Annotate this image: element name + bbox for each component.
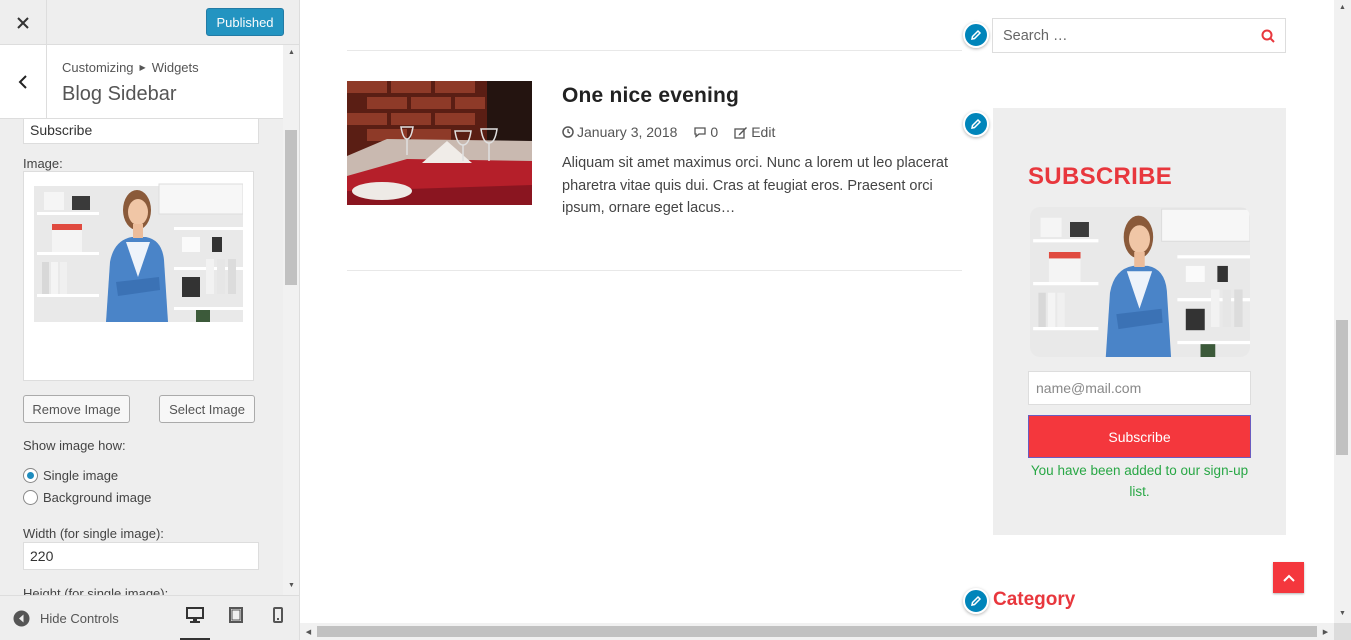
breadcrumb-separator-icon: ▶ — [139, 63, 146, 72]
radio-checked-icon[interactable] — [23, 468, 38, 483]
desktop-icon — [186, 607, 204, 623]
width-label: Width (for single image): — [23, 526, 164, 541]
preview-vertical-scrollbar[interactable]: ▲ ▼ — [1334, 0, 1351, 623]
edit-category-widget-button[interactable] — [963, 588, 989, 614]
site-preview: One nice evening January 3, 2018 0 Edit … — [300, 0, 1334, 623]
edit-search-widget-button[interactable] — [963, 22, 989, 48]
preview-mobile-button[interactable] — [263, 606, 293, 640]
office-woman-image — [1030, 207, 1250, 357]
scroll-right-arrow-icon[interactable]: ▶ — [1317, 625, 1334, 639]
customizer-footer: Hide Controls — [0, 595, 299, 640]
post-date[interactable]: January 3, 2018 — [562, 124, 677, 140]
remove-image-button[interactable]: Remove Image — [23, 395, 130, 423]
close-icon — [17, 16, 29, 29]
radio-background-image-label: Background image — [43, 490, 152, 505]
preview-vertical-scrollbar-thumb[interactable] — [1336, 320, 1348, 455]
post-thumbnail[interactable] — [347, 81, 532, 205]
height-label: Height (for single image): — [23, 586, 169, 595]
post-date-text: January 3, 2018 — [577, 124, 678, 140]
pencil-icon — [971, 118, 982, 129]
radio-single-image-label: Single image — [43, 468, 119, 483]
chevron-left-icon — [18, 75, 27, 89]
close-customizer-button[interactable] — [0, 0, 47, 45]
collapse-arrow-icon — [13, 610, 30, 627]
panel-scrollbar[interactable]: ▲ ▼ — [283, 45, 299, 595]
show-image-how-label: Show image how: — [23, 438, 126, 453]
post-title[interactable]: One nice evening — [562, 84, 739, 108]
breadcrumb-parent: Customizing — [62, 60, 134, 75]
subscribe-title: SUBSCRIBE — [1028, 163, 1173, 190]
post-excerpt: Aliquam sit amet maximus orci. Nunc a lo… — [562, 155, 949, 216]
scrollbar-corner — [1334, 623, 1351, 640]
mobile-icon — [273, 607, 283, 623]
search-placeholder: Search … — [1003, 27, 1068, 44]
divider — [347, 50, 962, 51]
radio-single-image[interactable]: Single image — [23, 468, 118, 483]
search-input[interactable]: Search … — [992, 18, 1286, 53]
hide-controls-label: Hide Controls — [40, 611, 119, 626]
select-image-button[interactable]: Select Image — [159, 395, 255, 423]
section-title: Blog Sidebar — [62, 83, 177, 105]
preview-horizontal-scrollbar[interactable]: ◀ ▶ — [300, 623, 1334, 640]
post-edit-label: Edit — [751, 124, 776, 140]
edit-icon — [734, 126, 748, 139]
breadcrumb-child: Widgets — [151, 60, 199, 75]
subscribe-image — [1030, 207, 1250, 357]
preview-horizontal-scrollbar-thumb[interactable] — [317, 626, 1317, 637]
width-input[interactable]: 220 — [23, 542, 259, 570]
subscribe-email-input[interactable]: name@mail.com — [1028, 371, 1251, 405]
dinner-table-image — [347, 81, 532, 205]
widget-form: Subscribe Image: Remove Image Select Ima… — [0, 119, 283, 595]
scroll-up-arrow-icon[interactable]: ▲ — [1334, 0, 1351, 14]
preview-desktop-button[interactable] — [180, 606, 210, 640]
post-meta: January 3, 2018 0 Edit — [562, 124, 775, 140]
breadcrumb: Customizing ▶ Widgets — [62, 60, 199, 75]
scroll-down-arrow-icon[interactable]: ▼ — [1334, 606, 1351, 620]
widget-title-input[interactable]: Subscribe — [23, 119, 259, 144]
post-comments-count: 0 — [710, 124, 719, 140]
chevron-up-icon — [1282, 574, 1295, 582]
post-edit-link[interactable]: Edit — [734, 124, 775, 140]
tablet-icon — [229, 607, 243, 623]
pencil-icon — [971, 29, 982, 40]
image-preview-box[interactable] — [23, 171, 254, 381]
publish-button[interactable]: Published — [206, 8, 284, 36]
search-icon[interactable] — [1261, 29, 1275, 43]
scroll-down-arrow-icon[interactable]: ▼ — [283, 578, 299, 592]
pencil-icon — [971, 595, 982, 606]
clock-icon — [562, 126, 574, 138]
subscribe-widget: SUBSCRIBE name@mail.com Subscribe You ha… — [993, 108, 1286, 535]
back-button[interactable] — [0, 45, 47, 119]
preview-tablet-button[interactable] — [221, 606, 251, 640]
panel-scrollbar-thumb[interactable] — [285, 130, 297, 285]
comment-icon — [694, 127, 707, 138]
scroll-to-top-button[interactable] — [1273, 562, 1304, 593]
category-title: Category — [993, 589, 1076, 610]
radio-background-image[interactable]: Background image — [23, 490, 151, 505]
scroll-left-arrow-icon[interactable]: ◀ — [300, 625, 317, 639]
scroll-up-arrow-icon[interactable]: ▲ — [283, 45, 299, 59]
hide-controls-button[interactable]: Hide Controls — [13, 610, 119, 627]
office-woman-image — [34, 182, 243, 322]
subscribe-button[interactable]: Subscribe — [1028, 415, 1251, 458]
subscribe-success-message: You have been added to our sign-up list. — [1030, 463, 1249, 499]
divider — [347, 270, 962, 271]
radio-unchecked-icon[interactable] — [23, 490, 38, 505]
customizer-panel: Published Customizing ▶ Widgets Blog Sid… — [0, 0, 300, 640]
image-label: Image: — [23, 156, 63, 171]
customizer-header: Published — [0, 0, 299, 45]
section-header: Customizing ▶ Widgets Blog Sidebar — [0, 45, 283, 119]
post-comments[interactable]: 0 — [693, 124, 718, 140]
edit-subscribe-widget-button[interactable] — [963, 111, 989, 137]
